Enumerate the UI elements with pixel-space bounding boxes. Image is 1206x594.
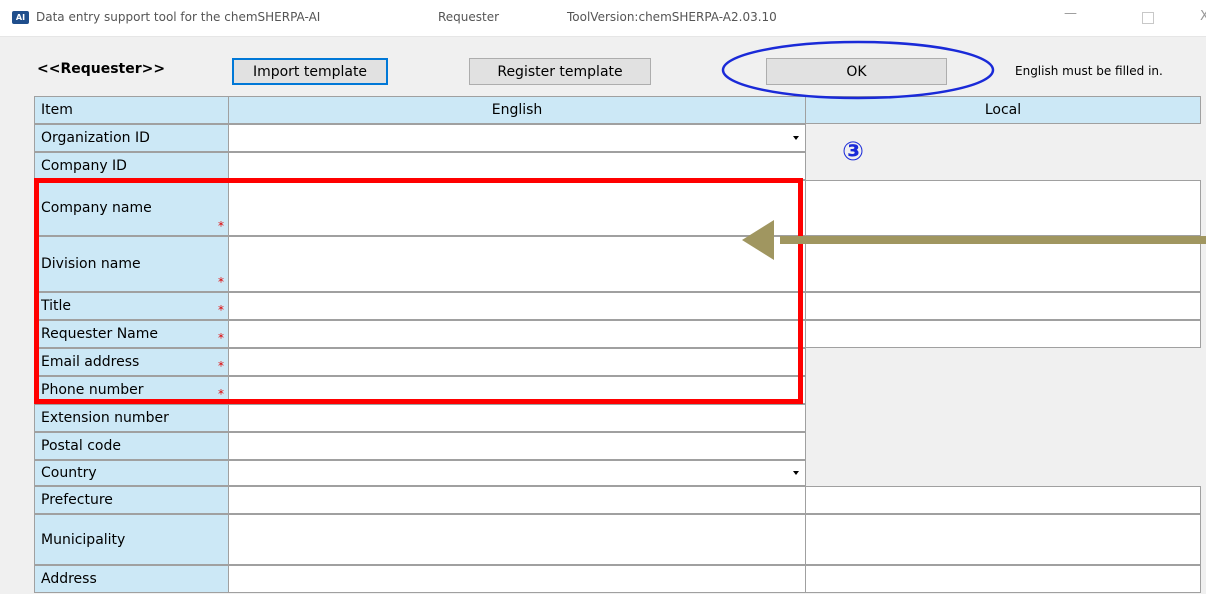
row-label: Country xyxy=(34,460,229,486)
chevron-down-icon[interactable] xyxy=(793,471,799,475)
english-input[interactable] xyxy=(228,432,806,460)
row-label: Municipality xyxy=(34,514,229,565)
row-label-text: Company name xyxy=(41,200,152,216)
minimize-button[interactable]: — xyxy=(1064,6,1077,21)
english-required-note: English must be filled in. xyxy=(1015,64,1163,78)
close-button[interactable]: X xyxy=(1200,9,1206,24)
row-label: Company ID xyxy=(34,152,229,180)
row-label: Extension number xyxy=(34,404,229,432)
maximize-button[interactable] xyxy=(1142,12,1154,24)
english-input[interactable] xyxy=(228,180,806,236)
ok-button[interactable]: OK xyxy=(766,58,947,85)
chevron-down-icon[interactable] xyxy=(793,136,799,140)
local-input[interactable] xyxy=(805,565,1201,593)
window-mode: Requester xyxy=(438,10,500,24)
row-label-text: Prefecture xyxy=(41,492,113,508)
required-marker: * xyxy=(218,359,224,373)
row-label: Requester Name * xyxy=(34,320,229,348)
english-dropdown[interactable] xyxy=(228,460,806,486)
row-label: Title * xyxy=(34,292,229,320)
english-input[interactable] xyxy=(228,514,806,565)
app-icon: AI xyxy=(12,11,29,24)
section-label: <<Requester>> xyxy=(37,61,166,77)
row-label-text: Country xyxy=(41,465,97,481)
row-label: Email address * xyxy=(34,348,229,376)
english-input[interactable] xyxy=(228,486,806,514)
row-label-text: Division name xyxy=(41,256,141,272)
row-label-text: Email address xyxy=(41,354,140,370)
local-input[interactable] xyxy=(805,180,1201,236)
row-label: Company name * xyxy=(34,180,229,236)
local-input[interactable] xyxy=(805,292,1201,320)
row-label: Prefecture xyxy=(34,486,229,514)
row-label-text: Extension number xyxy=(41,410,169,426)
required-marker: * xyxy=(218,387,224,401)
row-label-text: Organization ID xyxy=(41,130,150,146)
english-input[interactable] xyxy=(228,236,806,292)
english-input[interactable] xyxy=(228,152,806,180)
local-input[interactable] xyxy=(805,486,1201,514)
row-label-text: Postal code xyxy=(41,438,121,454)
row-label: Address xyxy=(34,565,229,593)
row-label-text: Company ID xyxy=(41,158,127,174)
row-label: Phone number * xyxy=(34,376,229,404)
tool-version: ToolVersion:chemSHERPA-A2.03.10 xyxy=(567,10,777,24)
step-marker-3: ③ xyxy=(842,137,865,167)
local-input[interactable] xyxy=(805,236,1201,292)
row-label: Division name * xyxy=(34,236,229,292)
window-title: Data entry support tool for the chemSHER… xyxy=(36,10,321,24)
english-input[interactable] xyxy=(228,376,806,404)
english-input[interactable] xyxy=(228,565,806,593)
required-marker: * xyxy=(218,219,224,233)
col-header-local: Local xyxy=(805,96,1201,124)
col-header-item: Item xyxy=(34,96,229,124)
english-input[interactable] xyxy=(228,320,806,348)
import-template-button[interactable]: Import template xyxy=(232,58,388,85)
row-label: Postal code xyxy=(34,432,229,460)
local-input[interactable] xyxy=(805,320,1201,348)
row-label-text: Address xyxy=(41,571,97,587)
required-marker: * xyxy=(218,303,224,317)
row-label-text: Phone number xyxy=(41,382,144,398)
col-header-english: English xyxy=(228,96,806,124)
english-input[interactable] xyxy=(228,404,806,432)
row-label-text: Municipality xyxy=(41,531,126,548)
register-template-button[interactable]: Register template xyxy=(469,58,651,85)
row-label-text: Requester Name xyxy=(41,326,158,342)
english-input[interactable] xyxy=(228,292,806,320)
local-input[interactable] xyxy=(805,514,1201,565)
window-titlebar: AI Data entry support tool for the chemS… xyxy=(0,0,1206,37)
required-marker: * xyxy=(218,275,224,289)
english-dropdown[interactable] xyxy=(228,124,806,152)
row-label-text: Title xyxy=(41,298,72,314)
row-label: Organization ID xyxy=(34,124,229,152)
required-marker: * xyxy=(218,331,224,345)
english-input[interactable] xyxy=(228,348,806,376)
